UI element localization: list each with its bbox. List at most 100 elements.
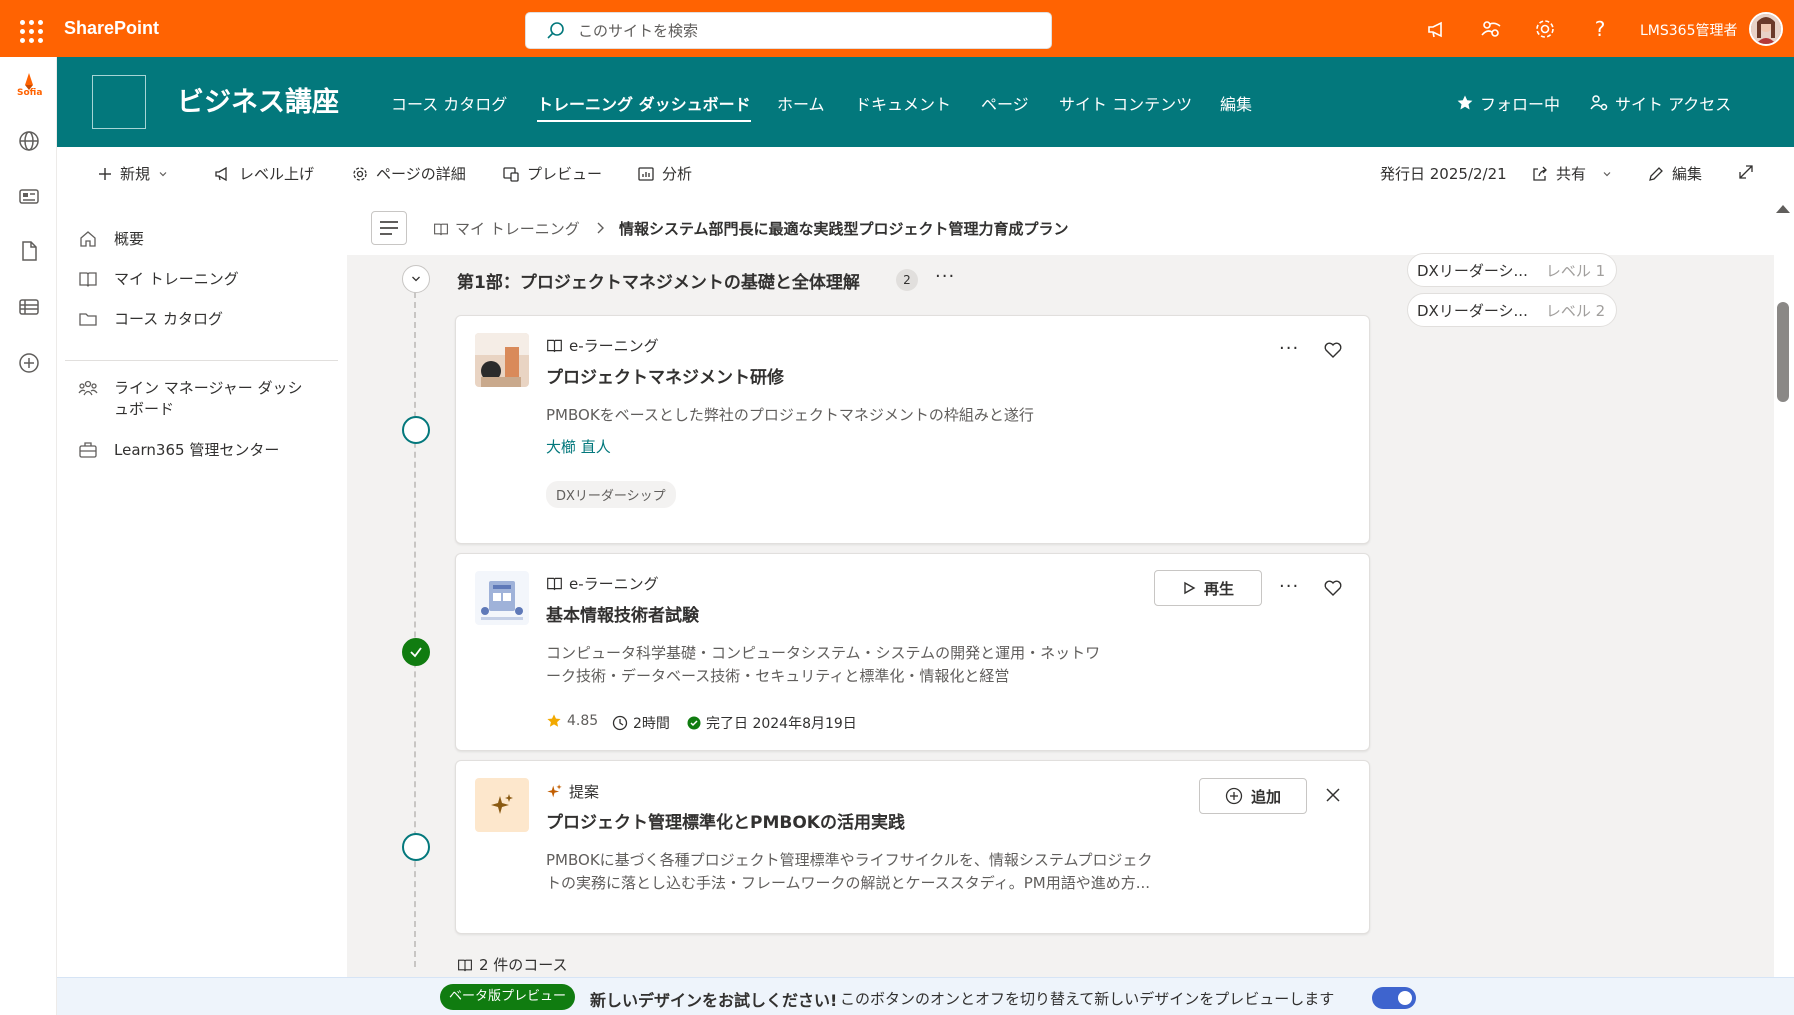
gear-icon	[351, 165, 369, 183]
site-logo[interactable]	[92, 75, 146, 129]
favorite-heart-icon[interactable]	[1323, 340, 1343, 360]
app-name[interactable]: SharePoint	[64, 18, 159, 39]
app-launcher-icon[interactable]	[14, 14, 44, 44]
chevron-down-icon	[1601, 168, 1613, 180]
status-not-started-icon	[402, 833, 430, 861]
preview-icon	[502, 165, 520, 183]
course-title[interactable]: 基本情報技術者試験	[546, 601, 699, 626]
scrollbar-thumb[interactable]	[1777, 302, 1789, 402]
nav-item-my-training[interactable]: マイ トレーニング	[78, 269, 239, 290]
scroll-up-arrow-icon[interactable]	[1776, 205, 1790, 213]
megaphone-icon[interactable]	[1424, 16, 1450, 42]
nav-item-label: Learn365 管理センター	[114, 441, 280, 459]
nav-site-contents[interactable]: サイト コンテンツ	[1059, 91, 1192, 115]
rating-value: 4.85	[567, 713, 599, 729]
edit-button[interactable]: 編集	[1647, 163, 1702, 184]
course-completed-date: 完了日 2024年8月19日	[687, 713, 857, 733]
nav-edit[interactable]: 編集	[1220, 91, 1252, 115]
chevron-down-icon	[410, 273, 422, 285]
add-circle-icon[interactable]	[16, 350, 42, 376]
skill-chip[interactable]: DXリーダーシ... レベル 2	[1407, 293, 1617, 327]
chevron-right-icon	[594, 221, 606, 235]
search-icon	[546, 21, 566, 41]
add-button[interactable]: 追加	[1199, 778, 1307, 814]
beta-description: このボタンのオンとオフを切り替えて新しいデザインをプレビューします	[840, 990, 1335, 1008]
play-button[interactable]: 再生	[1154, 570, 1262, 606]
site-title[interactable]: ビジネス講座	[177, 80, 339, 119]
analytics-label: 分析	[662, 165, 693, 183]
avatar[interactable]	[1749, 12, 1783, 46]
nav-pages[interactable]: ページ	[981, 91, 1029, 115]
duration-value: 2時間	[633, 716, 670, 732]
course-thumbnail	[475, 333, 529, 387]
nav-course-catalog[interactable]: コース カタログ	[391, 91, 507, 115]
add-circle-icon	[1225, 787, 1243, 805]
user-name[interactable]: LMS365管理者	[1640, 20, 1738, 40]
course-count-label: 2 件のコース	[479, 956, 568, 974]
course-author[interactable]: 大櫛 直人	[546, 436, 611, 457]
folder-icon	[78, 309, 98, 329]
play-label: 再生	[1203, 579, 1234, 598]
more-options-icon[interactable]: ···	[1279, 338, 1299, 359]
search-input[interactable]: このサイトを検索	[525, 12, 1052, 49]
nav-documents[interactable]: ドキュメント	[855, 91, 951, 115]
site-access-label: サイト アクセス	[1615, 95, 1732, 114]
section-count-badge: 2	[896, 269, 918, 291]
check-circle-icon	[687, 716, 701, 730]
search-placeholder: このサイトを検索	[578, 22, 699, 40]
book-icon	[433, 221, 449, 237]
promote-button[interactable]: レベル上げ	[214, 163, 314, 184]
analytics-button[interactable]: 分析	[637, 163, 692, 184]
help-icon[interactable]: ?	[1587, 16, 1613, 42]
settings-gear-icon[interactable]	[1532, 16, 1558, 42]
section-collapse-button[interactable]	[402, 265, 430, 293]
published-date: 発行日 2025/2/21	[1380, 165, 1507, 183]
skill-chip[interactable]: DXリーダーシ... レベル 1	[1407, 253, 1617, 287]
course-title[interactable]: プロジェクト管理標準化とPMBOKの活用実践	[546, 808, 905, 833]
site-access-button[interactable]: サイト アクセス	[1589, 91, 1731, 115]
favorite-heart-icon[interactable]	[1323, 578, 1343, 598]
list-icon[interactable]	[16, 294, 42, 320]
nav-item-overview[interactable]: 概要	[78, 229, 144, 250]
preview-button[interactable]: プレビュー	[502, 163, 602, 184]
news-icon[interactable]	[16, 183, 42, 209]
nav-item-learn365-admin[interactable]: Learn365 管理センター	[78, 440, 279, 461]
course-title[interactable]: プロジェクトマネジメント研修	[546, 363, 784, 388]
nav-home[interactable]: ホーム	[777, 91, 825, 115]
briefcase-icon	[78, 440, 98, 460]
page-details-label: ページの詳細	[376, 165, 466, 183]
chevron-down-icon	[157, 168, 169, 180]
follow-button[interactable]: フォロー中	[1456, 91, 1560, 115]
globe-icon[interactable]	[16, 128, 42, 154]
skill-tag: DXリーダーシップ	[546, 481, 676, 508]
course-thumbnail	[475, 571, 529, 625]
course-description: コンピュータ科学基礎・コンピュータシステム・システムの開発と運用・ネットワ ーク…	[546, 642, 1100, 688]
breadcrumb-my-training[interactable]: マイ トレーニング	[433, 218, 580, 239]
collapse-nav-button[interactable]	[371, 211, 407, 245]
clock-icon	[612, 715, 628, 731]
section-title: 第1部：プロジェクトマネジメントの基礎と全体理解	[457, 273, 860, 293]
dismiss-close-icon[interactable]	[1325, 787, 1341, 803]
preview-label: プレビュー	[527, 165, 603, 183]
document-icon[interactable]	[16, 238, 42, 264]
book-icon	[546, 337, 563, 354]
expand-icon[interactable]	[1737, 163, 1755, 181]
nav-item-course-catalog[interactable]: コース カタログ	[78, 309, 223, 330]
new-design-toggle[interactable]	[1372, 987, 1416, 1009]
add-label: 追加	[1250, 787, 1281, 806]
book-icon	[546, 575, 563, 592]
status-completed-icon	[402, 638, 430, 666]
share-button[interactable]: 共有	[1531, 163, 1613, 184]
more-options-icon[interactable]: ···	[1279, 576, 1299, 597]
page-details-button[interactable]: ページの詳細	[351, 163, 466, 184]
new-button[interactable]: 新規	[97, 163, 169, 184]
course-type: e-ラーニング	[546, 573, 659, 594]
nav-item-label: コース カタログ	[114, 310, 224, 328]
nav-item-line-manager-dashboard[interactable]: ライン マネージャー ダッシュボード	[78, 378, 328, 420]
more-options-icon[interactable]: ···	[935, 266, 955, 287]
status-not-started-icon	[402, 416, 430, 444]
megaphone-icon	[214, 165, 232, 183]
edit-label: 編集	[1672, 165, 1703, 183]
nav-training-dashboard[interactable]: トレーニング ダッシュボード	[537, 91, 751, 122]
connections-icon[interactable]	[1478, 16, 1504, 42]
